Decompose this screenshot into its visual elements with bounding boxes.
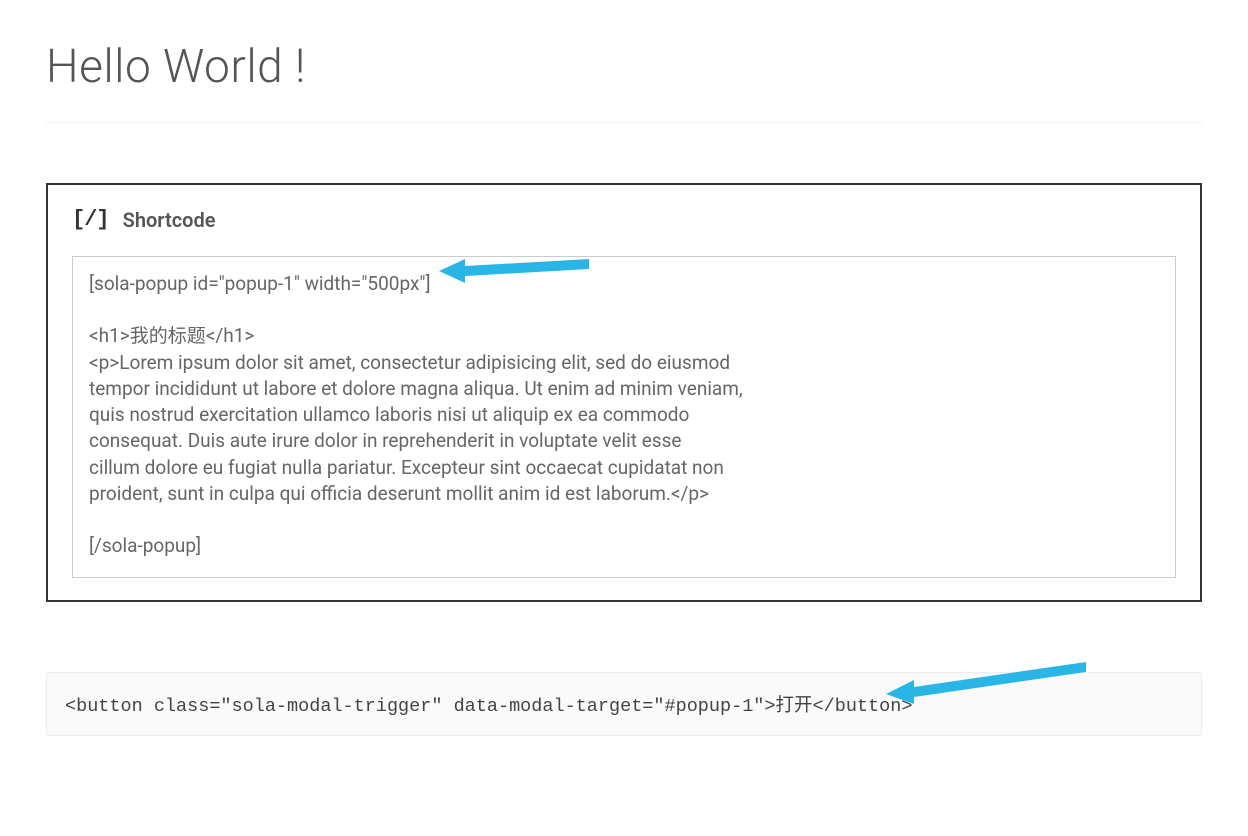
shortcode-icon: [/]	[72, 207, 109, 232]
widget-header: [/] Shortcode	[72, 207, 1176, 232]
page-title: Hello World !	[46, 40, 1202, 94]
shortcode-widget: [/] Shortcode [sola-popup id="popup-1" w…	[46, 183, 1202, 602]
code-snippet-block: <button class="sola-modal-trigger" data-…	[46, 672, 1202, 736]
widget-label: Shortcode	[123, 208, 216, 232]
shortcode-textarea[interactable]: [sola-popup id="popup-1" width="500px"] …	[72, 256, 1176, 578]
title-divider	[46, 122, 1202, 123]
code-snippet[interactable]: <button class="sola-modal-trigger" data-…	[46, 672, 1202, 736]
